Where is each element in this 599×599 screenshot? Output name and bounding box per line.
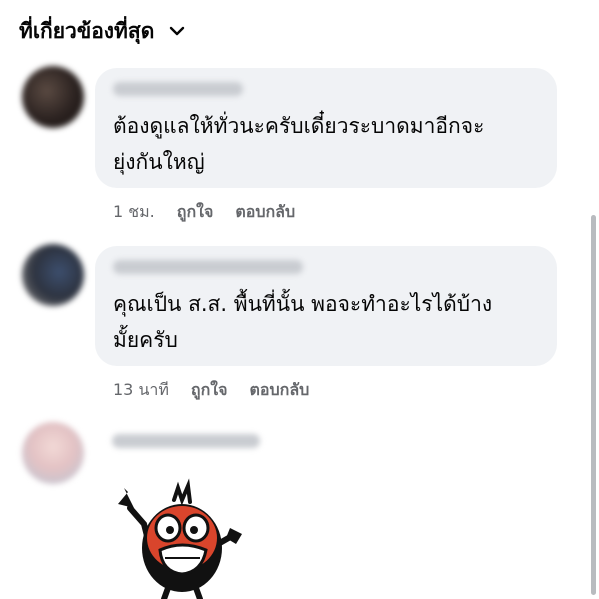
avatar[interactable] [22,66,84,128]
comment-bubble: คุณเป็น ส.ส. พื้นที่นั้น พอจะทำอะไรได้บ้… [95,246,557,366]
chevron-down-icon[interactable] [168,22,186,40]
comment-text-line: ต้องดูแลให้ทั่วนะครับเดี๋ยวระบาดมาอีกจะ [113,114,485,138]
reply-button[interactable]: ตอบกลับ [235,200,295,225]
avatar[interactable] [22,422,84,484]
comment-text-line: ยุ่งกันใหญ่ [113,150,205,174]
comments-sort-header[interactable]: ที่เกี่ยวข้องที่สุด [19,14,186,48]
scrollbar[interactable] [591,215,596,595]
reply-button[interactable]: ตอบกลับ [249,378,309,403]
comment-text-line: คุณเป็น ส.ส. พื้นที่นั้น พอจะทำอะไรได้บ้… [113,292,493,316]
comment-bubble: ต้องดูแลให้ทั่วนะครับเดี๋ยวระบาดมาอีกจะ … [95,68,557,188]
comment-actions: 13 นาที ถูกใจ ตอบกลับ [113,378,331,403]
like-button[interactable]: ถูกใจ [191,378,228,403]
commenter-name-blurred[interactable] [112,434,260,448]
comment-text-line: มั้ยครับ [113,328,178,352]
screaming-character-sticker[interactable] [110,478,250,599]
comment-timestamp[interactable]: 13 นาที [113,378,169,403]
avatar[interactable] [22,244,84,306]
commenter-name-blurred[interactable] [113,82,243,96]
comment-timestamp[interactable]: 1 ชม. [113,200,155,225]
commenter-name-blurred[interactable] [113,260,303,274]
like-button[interactable]: ถูกใจ [177,200,214,225]
comment-actions: 1 ชม. ถูกใจ ตอบกลับ [113,200,317,225]
sort-label: ที่เกี่ยวข้องที่สุด [19,18,155,43]
